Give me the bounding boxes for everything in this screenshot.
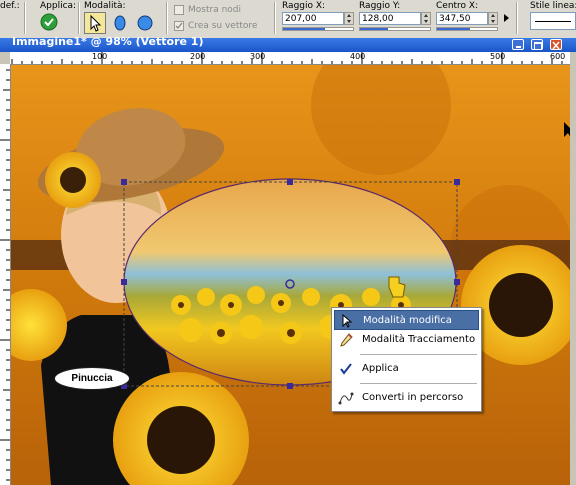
horizontal-ruler: 100 200 300 400 500 600 [10, 52, 570, 65]
centro-x-slider[interactable] [436, 27, 498, 31]
menu-item-label: Modalità modifica [363, 315, 452, 326]
maximize-icon [534, 42, 542, 50]
raggio-x-label: Raggio X: [282, 1, 326, 11]
document-title-bar[interactable]: Immagine1* @ 98% (Vettore 1) [0, 35, 576, 52]
create-vector-checkbox[interactable] [174, 21, 184, 31]
checkmark-icon [340, 363, 352, 375]
centro-x-spinner[interactable] [488, 12, 498, 25]
raggio-x-slider[interactable] [282, 27, 354, 31]
menu-item-apply[interactable]: Applica [334, 359, 479, 379]
raggio-y-slider[interactable] [359, 27, 431, 31]
signature-badge: Pinuccia [54, 367, 130, 390]
raggio-y-input[interactable]: 128,00 [359, 12, 421, 25]
centro-x-input[interactable]: 347,50 [436, 12, 488, 25]
minimize-icon [516, 46, 521, 48]
menu-item-label: Applica [362, 363, 399, 374]
mode-label: Modalità: [84, 1, 126, 11]
centro-x-label: Centro X: [436, 1, 479, 11]
ruler-tick-label: 300 [250, 52, 266, 61]
close-button[interactable] [550, 39, 562, 50]
close-icon [552, 41, 560, 50]
circle-icon [137, 15, 153, 31]
more-options-arrow[interactable] [504, 14, 509, 22]
vertical-ruler [0, 64, 11, 485]
ruler-tick-label: 600 [550, 52, 566, 61]
arrow-cursor-icon [90, 14, 102, 32]
mode-draw-button[interactable] [136, 14, 154, 32]
canvas-artwork [11, 65, 570, 485]
menu-item-label: Modalità Tracciamento [362, 334, 476, 345]
window-title: Immagine1* @ 98% (Vettore 1) [12, 35, 204, 48]
context-menu: Modalità modifica Modalità Tracciamento … [331, 307, 482, 412]
image-canvas[interactable]: Pinuccia Modalità modifica Modalità Trac… [11, 65, 570, 485]
check-icon [175, 22, 183, 30]
maximize-button[interactable] [531, 39, 543, 50]
menu-item-convert-path[interactable]: Converti in percorso [334, 388, 479, 408]
minimize-button[interactable] [512, 39, 524, 50]
raggio-y-label: Raggio Y: [359, 1, 401, 11]
ruler-tick-label: 500 [490, 52, 506, 61]
cursor-arrow-icon [564, 122, 570, 137]
menu-item-label: Converti in percorso [362, 392, 464, 403]
create-vector-label: Crea su vettore [188, 21, 258, 31]
checkmark-icon [40, 13, 58, 31]
node-ellipse-icon [114, 15, 126, 31]
ruler-tick-label: 100 [92, 52, 108, 61]
def-label: def.: [0, 1, 20, 11]
apply-label: Applica: [40, 1, 77, 11]
ruler-tick-label: 400 [350, 52, 366, 61]
raggio-x-spinner[interactable] [344, 12, 354, 25]
tool-options-bar: def.: Applica: Modalità: Mostra nodi Cre… [0, 0, 576, 39]
menu-item-edit-mode[interactable]: Modalità modifica [334, 310, 479, 330]
apply-button[interactable] [40, 13, 58, 31]
mode-edit-button[interactable] [84, 12, 106, 34]
menu-item-trace-mode[interactable]: Modalità Tracciamento [334, 330, 479, 350]
show-nodes-checkbox[interactable] [174, 5, 184, 15]
path-icon [338, 392, 354, 405]
raggio-y-spinner[interactable] [421, 12, 431, 25]
pencil-icon [340, 333, 353, 347]
line-style-dropdown[interactable] [530, 12, 576, 30]
ruler-tick-label: 200 [190, 52, 206, 61]
line-style-label: Stile linea: [530, 1, 576, 11]
show-nodes-label: Mostra nodi [188, 5, 241, 15]
raggio-x-input[interactable]: 207,00 [282, 12, 344, 25]
mode-node-button[interactable] [112, 14, 128, 32]
arrow-cursor-icon [342, 313, 353, 328]
